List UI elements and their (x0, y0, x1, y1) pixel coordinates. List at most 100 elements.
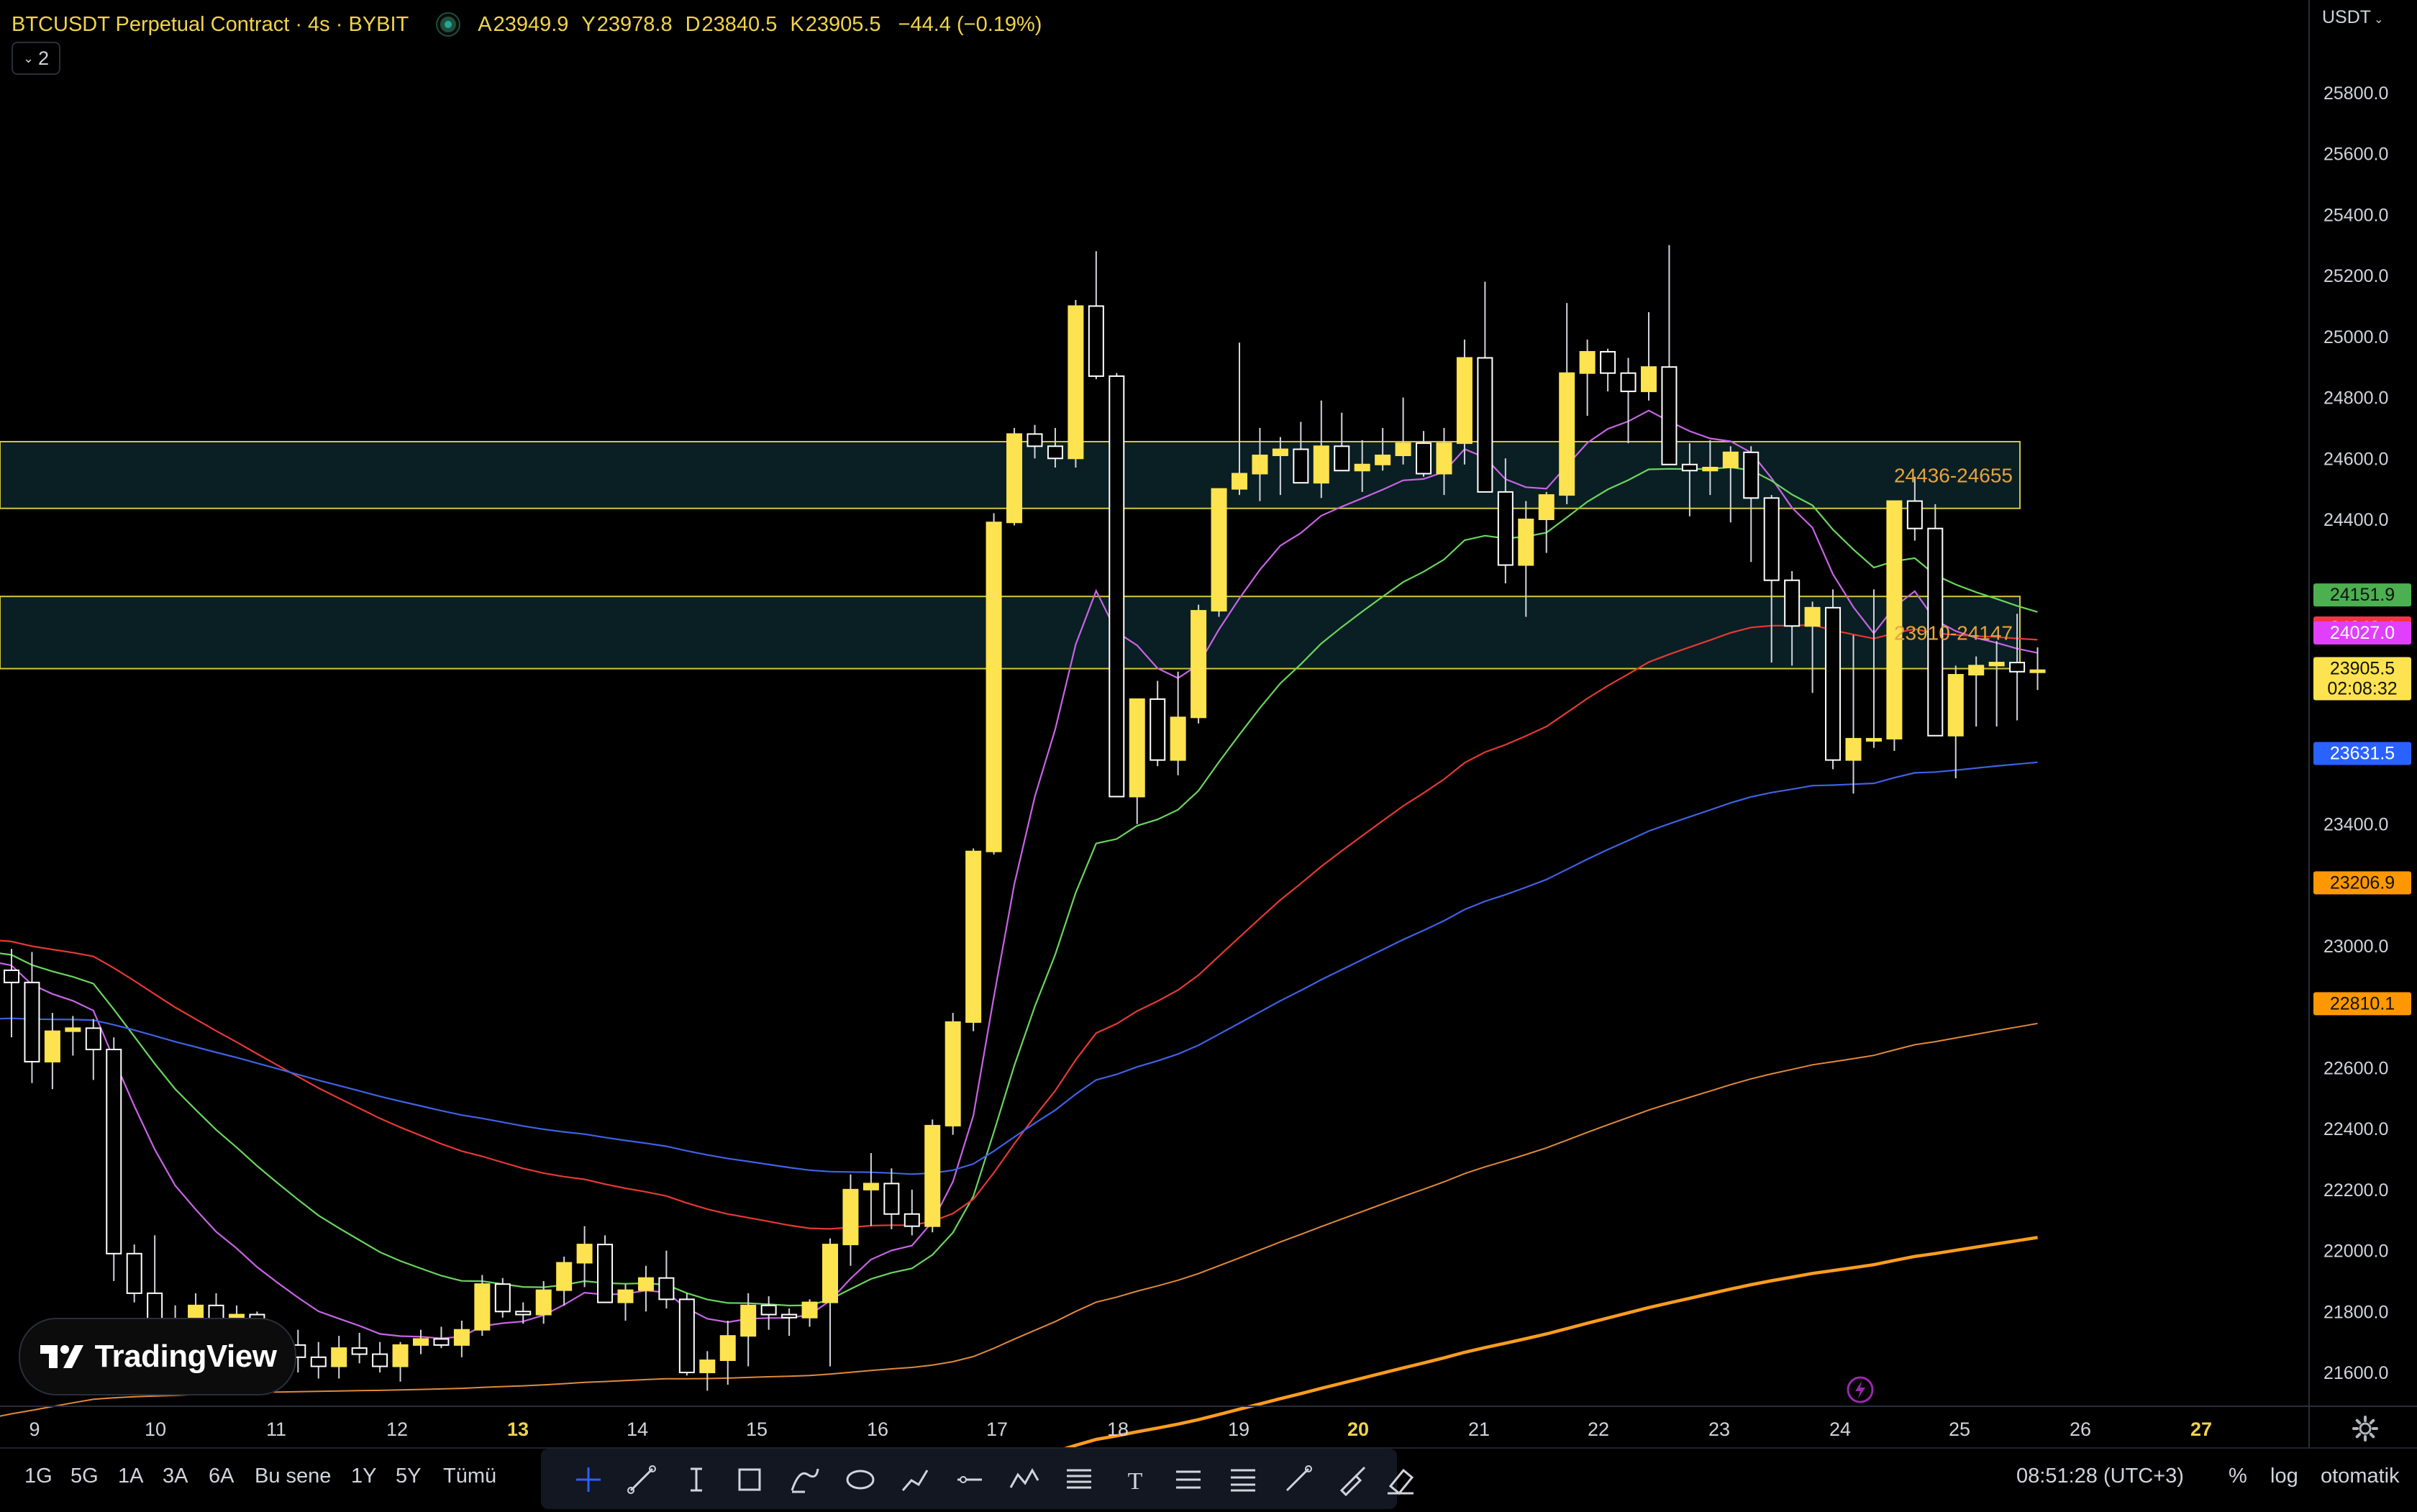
timeframe-button[interactable]: 1Y (351, 1465, 376, 1488)
fib-icon (1067, 1469, 1091, 1489)
pattern-icon (1009, 1467, 1039, 1488)
candle-down (1047, 445, 1063, 460)
text-cursor-icon (691, 1467, 702, 1492)
candle-up (740, 1304, 757, 1337)
ema-100-line[interactable] (0, 761, 2038, 1175)
projection-tool[interactable] (1225, 1462, 1261, 1498)
timeframe-button[interactable]: 5G (70, 1465, 99, 1488)
candle-up (1211, 488, 1227, 612)
brush-shape-tool[interactable] (786, 1462, 822, 1498)
timeframe-button[interactable]: 1A (118, 1465, 143, 1488)
timeframe-button[interactable]: 1G (24, 1465, 53, 1488)
candle-down (494, 1283, 511, 1313)
eraser-tool[interactable] (1382, 1462, 1418, 1498)
candle-up (474, 1283, 491, 1331)
ohlc-high-value: 23978.8 (596, 12, 673, 36)
candle-down (1293, 448, 1309, 484)
candle-up (1191, 610, 1207, 719)
candle-up (1170, 716, 1186, 761)
clock-time[interactable]: 08:51:28 (UTC+3) (2016, 1465, 2184, 1488)
fib-tool[interactable] (1061, 1462, 1097, 1498)
price-tick-label: 21800.0 (2323, 1302, 2388, 1322)
path-tool[interactable] (897, 1462, 933, 1498)
candle-up (862, 1183, 879, 1190)
timeframe-button[interactable]: 6A (209, 1465, 234, 1488)
candle-down (1743, 451, 1760, 499)
price-tick-label: 22000.0 (2323, 1242, 2388, 1262)
price-label-value: 24027.0 (2330, 623, 2395, 643)
candle-up (1129, 698, 1145, 798)
candle-up (1641, 366, 1657, 393)
tradingview-logo-icon (40, 1345, 83, 1368)
ema-200-line[interactable] (0, 1022, 2038, 1418)
ema-20-line[interactable] (0, 466, 2038, 1307)
price-tick-label: 25800.0 (2323, 83, 2388, 104)
price-tick-label: 25600.0 (2323, 145, 2388, 165)
time-tick-label: 24 (1829, 1418, 1851, 1440)
rectangle-tool[interactable] (732, 1462, 768, 1498)
brush-tool[interactable] (1334, 1462, 1370, 1498)
projection-icon (1231, 1469, 1255, 1492)
support-resistance-zone[interactable] (0, 596, 2021, 670)
ema-50-line[interactable] (0, 624, 2038, 1230)
zone-label: 23910-24147 (1894, 621, 2013, 644)
candle-up (1579, 351, 1596, 374)
candle-down (903, 1213, 920, 1227)
auto-scale-toggle[interactable]: otomatik (2321, 1465, 2400, 1488)
time-tick-label: 9 (29, 1418, 40, 1440)
price-label-value: 23206.9 (2330, 873, 2395, 893)
price-label-value: 23631.5 (2330, 744, 2395, 764)
candle-up (822, 1244, 838, 1303)
tradingview-logo[interactable]: TradingView (19, 1318, 296, 1395)
price-chart[interactable]: 24436-24655 23910-24147 25800.0 25600.0 254… (0, 0, 2417, 1511)
currency-label: USDT (2322, 7, 2372, 27)
price-tick-label: 22200.0 (2323, 1180, 2388, 1201)
price-axis[interactable]: 25800.0 25600.0 25400.0 25200.0 25000.0 24800… (0, 0, 2417, 1447)
trend-line-tool[interactable] (624, 1462, 660, 1498)
text-cursor-tool[interactable] (678, 1462, 714, 1498)
percent-scale-toggle[interactable]: % (2229, 1465, 2247, 1488)
candle-down (1027, 433, 1043, 447)
candle-up (413, 1338, 429, 1346)
timeframe-button[interactable]: 3A (163, 1465, 188, 1488)
measure-tool[interactable] (1280, 1462, 1316, 1498)
candle-down (2009, 662, 2026, 673)
time-tick-label: 19 (1228, 1418, 1250, 1440)
price-tick-label: 23400.0 (2323, 815, 2388, 835)
time-tick-label: 16 (867, 1418, 888, 1440)
candle-down (1620, 372, 1637, 393)
timeframe-button[interactable]: 5Y (396, 1465, 421, 1488)
lightning-icon[interactable] (1846, 1375, 1875, 1404)
pattern-tool[interactable] (1006, 1462, 1042, 1498)
candle-up (1947, 674, 1964, 737)
position-tool[interactable] (1170, 1462, 1206, 1498)
candle-up (556, 1262, 573, 1291)
horizontal-ray-tool[interactable] (952, 1462, 988, 1498)
candle-up (392, 1344, 409, 1367)
time-axis[interactable]: 9 10 11 12 13 14 15 16 17 18 19 20 21 22 23 24 25 26 27 (29, 1418, 2212, 1440)
currency-select[interactable]: USDT ⌄ (2322, 7, 2383, 28)
candle-down (1763, 497, 1780, 581)
timeframe-button[interactable]: Tümü (443, 1465, 496, 1488)
log-scale-toggle[interactable]: log (2270, 1465, 2298, 1488)
candle-up (1232, 473, 1247, 490)
ema-9-line[interactable] (0, 409, 2038, 1339)
indicator-toggle-button[interactable]: ⌄ 2 (12, 42, 60, 75)
crosshair-tool[interactable] (570, 1462, 606, 1498)
candle-up (965, 850, 982, 1023)
candle-up (699, 1360, 716, 1373)
chevron-down-icon: ⌄ (22, 50, 35, 65)
ellipse-tool[interactable] (842, 1462, 878, 1498)
candle-down (1661, 366, 1678, 465)
candle-up (1395, 442, 1411, 457)
symbol-title[interactable]: BTCUSDT Perpetual Contract · 4s · BYBIT (12, 13, 409, 37)
price-tick-label: 24800.0 (2323, 388, 2388, 409)
trend-line-icon (627, 1465, 656, 1494)
candle-down (1477, 357, 1493, 493)
candle-down (85, 1027, 101, 1051)
timeframe-button[interactable]: Bu sene (255, 1465, 331, 1488)
candle-down (597, 1244, 614, 1303)
candle-down (1088, 305, 1104, 377)
gear-icon[interactable] (2351, 1414, 2380, 1443)
text-tool[interactable]: T (1117, 1462, 1153, 1498)
